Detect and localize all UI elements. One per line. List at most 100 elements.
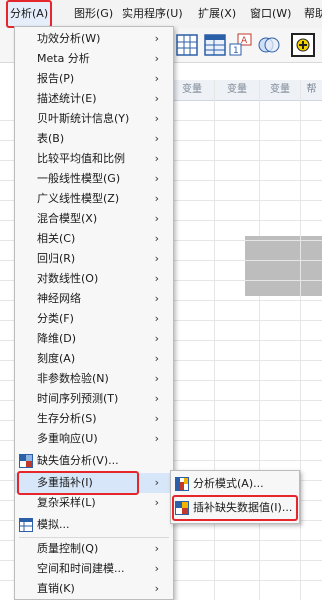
menu-item-label: 生存分析(S) (37, 412, 97, 425)
menu-item-label: 报告(P) (37, 72, 75, 85)
submenu-arrow-icon: › (154, 152, 159, 165)
column-header[interactable]: 帮 (301, 80, 322, 101)
menu-item-loglinear[interactable]: 对数线性(O) › (15, 269, 173, 289)
menu-item-spatial-temporal[interactable]: 空间和时间建模... › (15, 559, 173, 579)
simulation-icon (19, 518, 33, 532)
menu-item-generalized-linear-model[interactable]: 广义线性模型(Z) › (15, 189, 173, 209)
menu-item-tables[interactable]: 表(B) › (15, 129, 173, 149)
add-icon[interactable] (290, 32, 316, 58)
selected-cells[interactable] (245, 236, 300, 296)
submenu-arrow-icon: › (154, 272, 159, 285)
menu-item-scale[interactable]: 刻度(A) › (15, 349, 173, 369)
menu-item-label: 质量控制(Q) (37, 542, 99, 555)
menu-item-missing-value-analysis[interactable]: 缺失值分析(V)... (15, 451, 173, 471)
grid-view-icon[interactable] (174, 32, 200, 58)
menu-item-label: 回归(R) (37, 252, 76, 265)
submenu-arrow-icon: › (154, 292, 159, 305)
menu-item-label: 空间和时间建模... (37, 562, 125, 575)
submenu-arrow-icon: › (154, 392, 159, 405)
menu-bar: 分析(A) 图形(G) 实用程序(U) 扩展(X) 窗口(W) 帮助 (0, 0, 322, 29)
menu-item-meta-analysis[interactable]: Meta 分析 › (15, 49, 173, 69)
menu-item-descriptive-statistics[interactable]: 描述统计(E) › (15, 89, 173, 109)
menu-item-reports[interactable]: 报告(P) › (15, 69, 173, 89)
impute-icon (175, 501, 189, 515)
submenu-arrow-icon: › (154, 92, 159, 105)
submenu-arrow-icon: › (154, 332, 159, 345)
submenu-arrow-icon: › (154, 112, 159, 125)
menu-item-power-analysis[interactable]: 功效分析(W) › (15, 29, 173, 49)
menu-item-label: 降维(D) (37, 332, 77, 345)
menu-item-label: 神经网络 (37, 292, 81, 305)
menu-item-neural-networks[interactable]: 神经网络 › (15, 289, 173, 309)
menu-item-label: 直销(K) (37, 582, 75, 595)
menu-analyze[interactable]: 分析(A) (6, 0, 53, 28)
submenu-arrow-icon: › (154, 72, 159, 85)
submenu-arrow-icon: › (154, 32, 159, 45)
menu-item-compare-means[interactable]: 比较平均值和比例 › (15, 149, 173, 169)
submenu-arrow-icon: › (154, 212, 159, 225)
menu-window[interactable]: 窗口(W) (248, 0, 293, 28)
menu-item-general-linear-model[interactable]: 一般线性模型(G) › (15, 169, 173, 189)
menu-extensions[interactable]: 扩展(X) (196, 0, 238, 28)
menu-item-label: 广义线性模型(Z) (37, 192, 120, 205)
table-icon[interactable] (202, 32, 228, 58)
submenu-item-impute-missing[interactable]: 插补缺失数据值(I)... (171, 497, 299, 519)
analyze-patterns-icon (175, 477, 189, 491)
menu-help[interactable]: 帮助 (302, 0, 322, 28)
submenu-arrow-icon: › (154, 496, 159, 509)
menu-item-multiple-response[interactable]: 多重响应(U) › (15, 429, 173, 449)
menu-item-complex-samples[interactable]: 复杂采样(L) › (15, 493, 173, 513)
selected-cells[interactable] (301, 236, 322, 296)
menu-item-label: 表(B) (37, 132, 65, 145)
menu-item-bayesian[interactable]: 贝叶斯统计信息(Y) › (15, 109, 173, 129)
submenu-arrow-icon: › (154, 352, 159, 365)
menu-item-label: 多重插补(I) (37, 476, 93, 489)
menu-item-label: Meta 分析 (37, 52, 90, 65)
column-header[interactable]: 变量 (260, 80, 301, 101)
menu-item-label: 非参数检验(N) (37, 372, 109, 385)
menu-item-classify[interactable]: 分类(F) › (15, 309, 173, 329)
menu-item-label: 描述统计(E) (37, 92, 97, 105)
menu-item-quality-control[interactable]: 质量控制(Q) › (15, 539, 173, 559)
submenu-arrow-icon: › (154, 192, 159, 205)
menu-item-simulation[interactable]: 模拟... (15, 515, 173, 535)
submenu-item-label: 分析模式(A)... (193, 477, 264, 490)
menu-item-label: 时间序列预测(T) (37, 392, 119, 405)
menu-item-correlate[interactable]: 相关(C) › (15, 229, 173, 249)
menu-item-regression[interactable]: 回归(R) › (15, 249, 173, 269)
menu-item-forecasting[interactable]: 时间序列预测(T) › (15, 389, 173, 409)
svg-text:A: A (241, 36, 248, 46)
submenu-item-label: 插补缺失数据值(I)... (193, 501, 293, 514)
menu-item-label: 刻度(A) (37, 352, 76, 365)
value-labels-icon[interactable]: A 1 (228, 32, 254, 58)
submenu-arrow-icon: › (154, 312, 159, 325)
menu-item-direct-marketing[interactable]: 直销(K) › (15, 579, 173, 599)
submenu-arrow-icon: › (154, 372, 159, 385)
menu-graphs[interactable]: 图形(G) (72, 0, 115, 28)
menu-item-mixed-models[interactable]: 混合模型(X) › (15, 209, 173, 229)
svg-text:1: 1 (233, 46, 239, 56)
column-header[interactable]: 变量 (170, 80, 215, 101)
submenu-arrow-icon: › (154, 562, 159, 575)
menu-item-label: 多重响应(U) (37, 432, 98, 445)
menu-item-survival[interactable]: 生存分析(S) › (15, 409, 173, 429)
multiple-imputation-submenu: 分析模式(A)... 插补缺失数据值(I)... (170, 470, 300, 524)
submenu-arrow-icon: › (154, 252, 159, 265)
venn-icon[interactable] (256, 32, 282, 58)
menu-item-label: 相关(C) (37, 232, 76, 245)
submenu-arrow-icon: › (154, 476, 159, 489)
menu-item-label: 分类(F) (37, 312, 74, 325)
column-header[interactable]: 变量 (215, 80, 260, 101)
menu-item-label: 复杂采样(L) (37, 496, 96, 509)
submenu-arrow-icon: › (154, 412, 159, 425)
menu-item-dimension-reduction[interactable]: 降维(D) › (15, 329, 173, 349)
menu-utilities[interactable]: 实用程序(U) (120, 0, 185, 28)
submenu-arrow-icon: › (154, 52, 159, 65)
analyze-menu: 功效分析(W) › Meta 分析 › 报告(P) › 描述统计(E) › 贝叶斯统计信… (14, 26, 174, 600)
menu-item-multiple-imputation[interactable]: 多重插补(I) › (15, 473, 173, 493)
menu-item-nonparametric-tests[interactable]: 非参数检验(N) › (15, 369, 173, 389)
submenu-item-analyze-patterns[interactable]: 分析模式(A)... (171, 473, 299, 495)
menu-item-label: 模拟... (37, 518, 70, 531)
menu-item-label: 功效分析(W) (37, 32, 101, 45)
submenu-arrow-icon: › (154, 172, 159, 185)
